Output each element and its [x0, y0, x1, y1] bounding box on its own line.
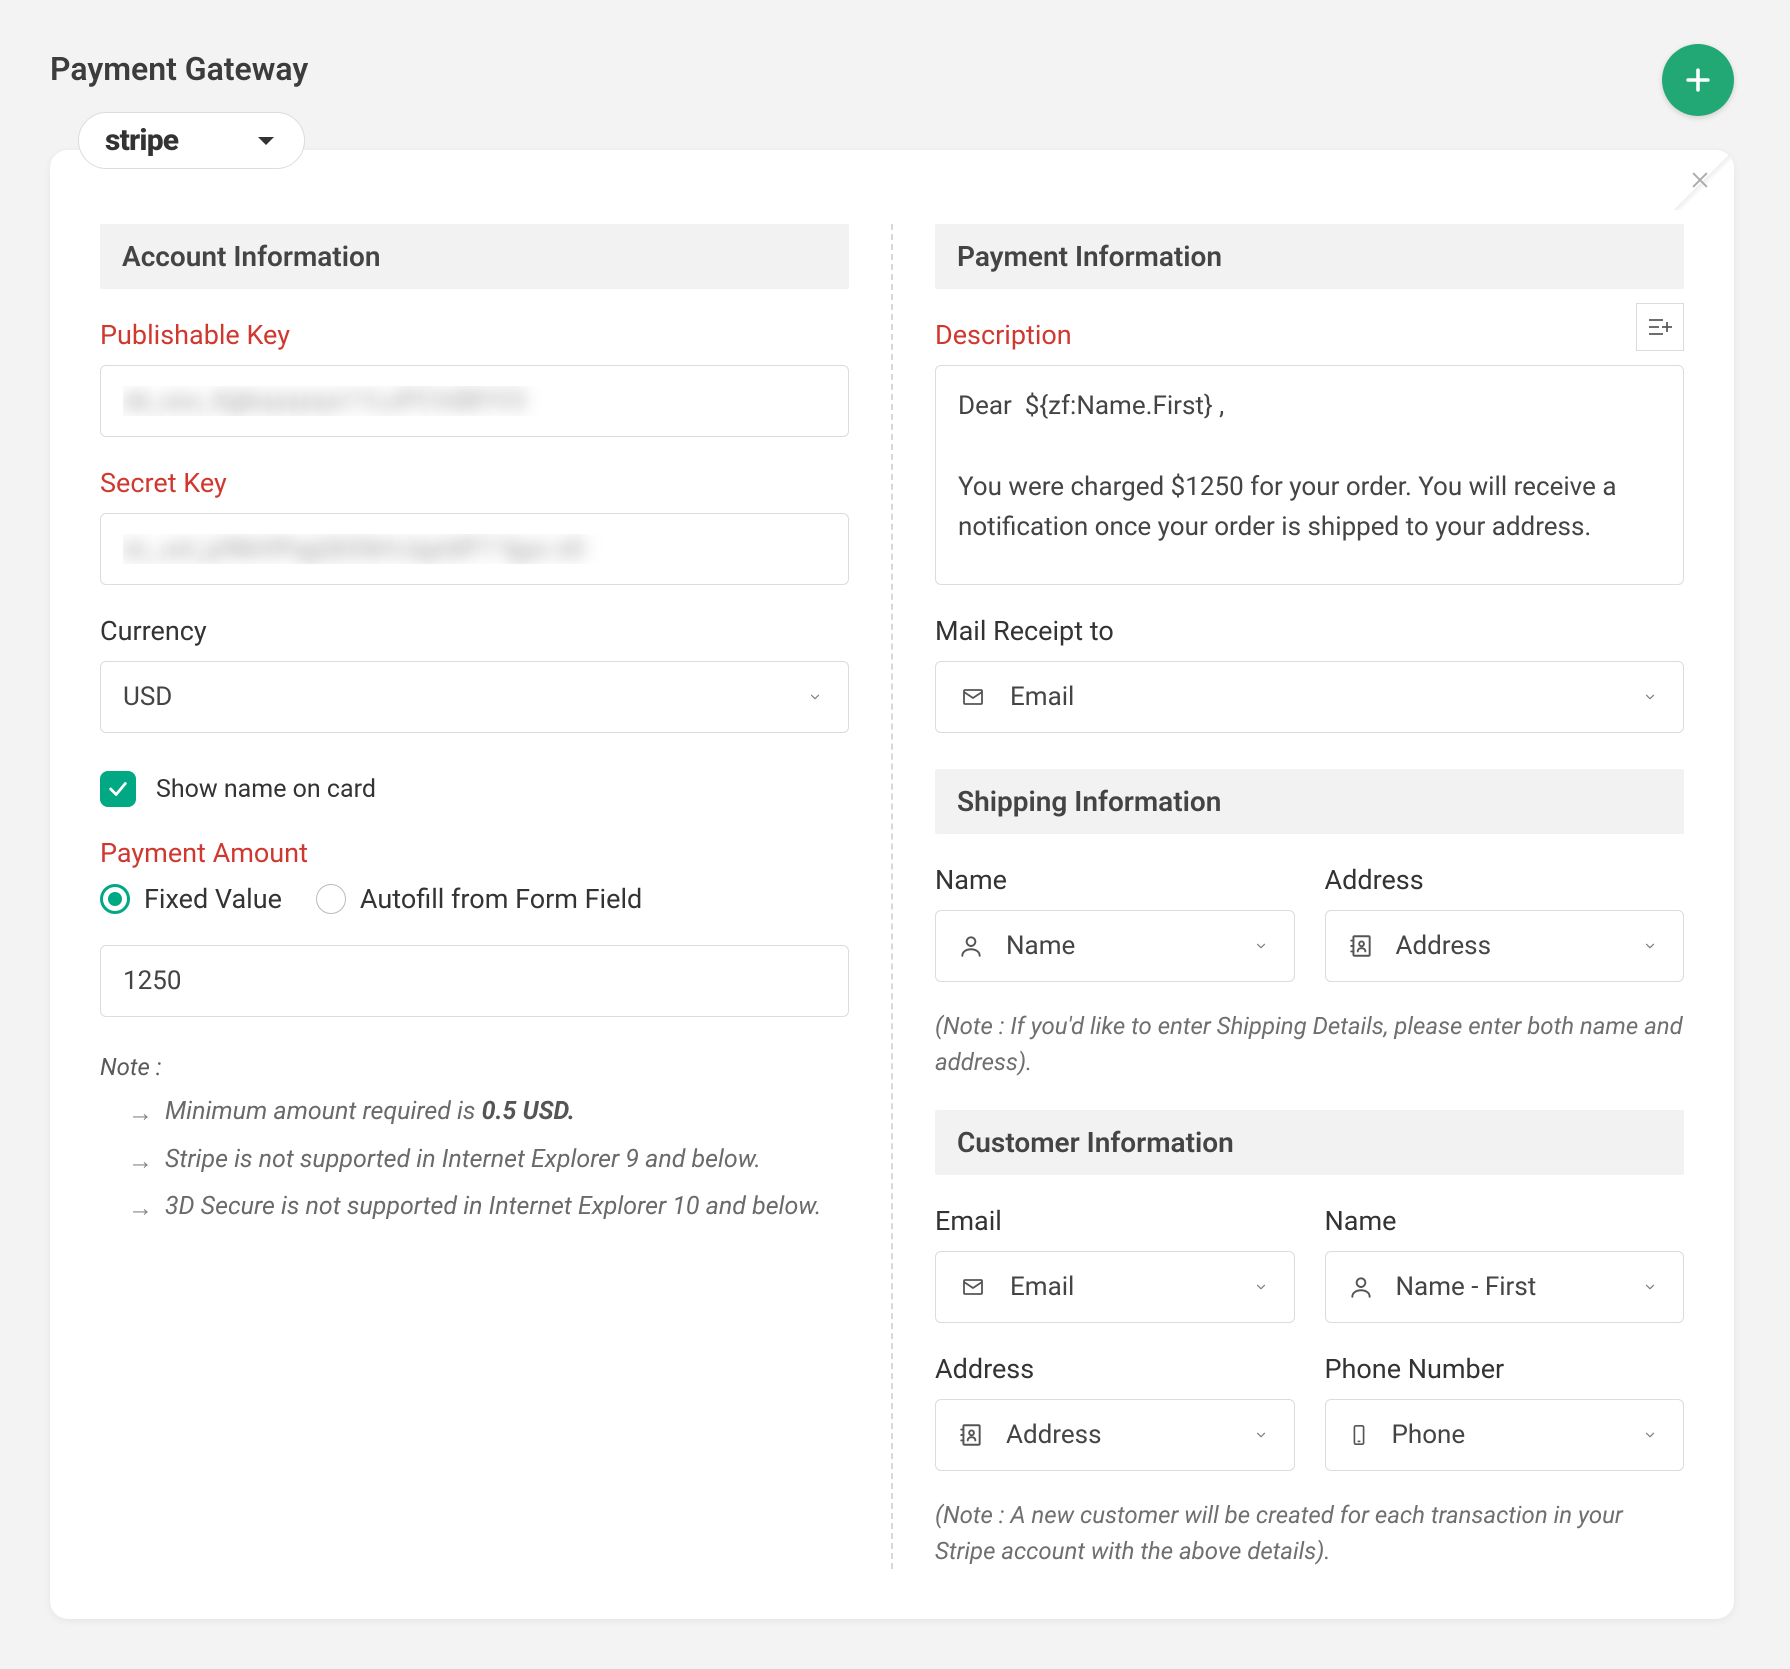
person-icon — [1348, 1274, 1374, 1300]
shipping-name-value: Name — [1006, 931, 1075, 961]
customer-address-label: Address — [935, 1353, 1295, 1385]
checkbox-checked-icon — [100, 771, 136, 807]
payment-amount-input[interactable] — [100, 945, 849, 1017]
close-card-button[interactable] — [1676, 156, 1724, 204]
customer-phone-label: Phone Number — [1325, 1353, 1685, 1385]
shipping-address-value: Address — [1396, 931, 1491, 961]
chevron-down-icon — [1250, 939, 1272, 953]
chevron-down-icon — [1639, 690, 1661, 704]
mail-receipt-value: Email — [1010, 682, 1074, 712]
currency-value: USD — [123, 682, 172, 712]
address-book-icon — [1348, 932, 1374, 960]
show-name-on-card-label: Show name on card — [156, 775, 376, 804]
description-textarea[interactable]: Dear ${zf:Name.First} , You were charged… — [935, 365, 1684, 585]
currency-label: Currency — [100, 615, 849, 647]
show-name-on-card-checkbox[interactable]: Show name on card — [100, 771, 849, 807]
customer-name-select[interactable]: Name - First — [1325, 1251, 1685, 1323]
arrow-right-icon: → — [128, 1093, 153, 1133]
add-gateway-button[interactable] — [1662, 44, 1734, 116]
account-section-header: Account Information — [100, 224, 849, 289]
customer-phone-value: Phone — [1392, 1420, 1466, 1450]
mail-receipt-select[interactable]: Email — [935, 661, 1684, 733]
customer-email-select[interactable]: Email — [935, 1251, 1295, 1323]
secret-key-label: Secret Key — [100, 467, 849, 499]
insert-field-button[interactable] — [1636, 303, 1684, 351]
payment-section-header: Payment Information — [935, 224, 1684, 289]
phone-icon — [1348, 1420, 1370, 1450]
note-item: → Minimum amount required is 0.5 USD. — [128, 1093, 849, 1133]
shipping-note: (Note : If you'd like to enter Shipping … — [935, 1008, 1684, 1080]
chevron-down-icon — [1250, 1280, 1272, 1294]
gateway-card: stripe Account Information Publishable K… — [50, 150, 1734, 1619]
address-book-icon — [958, 1421, 984, 1449]
payment-amount-label: Payment Amount — [100, 837, 849, 869]
mail-icon — [958, 685, 988, 709]
person-icon — [958, 933, 984, 959]
currency-select[interactable]: USD — [100, 661, 849, 733]
mail-icon — [958, 1275, 988, 1299]
shipping-name-select[interactable]: Name — [935, 910, 1295, 982]
chevron-down-icon — [1639, 939, 1661, 953]
close-icon — [1689, 169, 1711, 191]
radio-unchecked-icon — [316, 884, 346, 914]
radio-checked-icon — [100, 884, 130, 914]
shipping-address-label: Address — [1325, 864, 1685, 896]
gateway-selector[interactable]: stripe — [78, 112, 305, 169]
note-item: → Stripe is not supported in Internet Ex… — [128, 1141, 849, 1181]
chevron-down-icon — [1639, 1280, 1661, 1294]
customer-phone-select[interactable]: Phone — [1325, 1399, 1685, 1471]
arrow-right-icon: → — [128, 1141, 153, 1181]
publishable-key-input[interactable] — [100, 365, 849, 437]
customer-address-value: Address — [1006, 1420, 1101, 1450]
chevron-down-icon — [804, 690, 826, 704]
customer-note: (Note : A new customer will be created f… — [935, 1497, 1684, 1569]
mail-receipt-label: Mail Receipt to — [935, 615, 1684, 647]
arrow-right-icon: → — [128, 1188, 153, 1228]
shipping-address-select[interactable]: Address — [1325, 910, 1685, 982]
shipping-section-header: Shipping Information — [935, 769, 1684, 834]
note-title: Note : — [100, 1053, 849, 1081]
note-item: → 3D Secure is not supported in Internet… — [128, 1188, 849, 1228]
caret-down-icon — [256, 135, 276, 147]
description-label: Description — [935, 319, 1684, 351]
radio-fixed-value[interactable]: Fixed Value — [100, 883, 282, 915]
radio-autofill[interactable]: Autofill from Form Field — [316, 883, 642, 915]
plus-icon — [1681, 63, 1715, 97]
radio-autofill-label: Autofill from Form Field — [360, 883, 642, 915]
chevron-down-icon — [1639, 1428, 1661, 1442]
customer-email-value: Email — [1010, 1272, 1074, 1302]
customer-name-value: Name - First — [1396, 1272, 1537, 1302]
page-title: Payment Gateway — [50, 50, 1734, 88]
customer-address-select[interactable]: Address — [935, 1399, 1295, 1471]
radio-fixed-label: Fixed Value — [144, 883, 282, 915]
chevron-down-icon — [1250, 1428, 1272, 1442]
customer-email-label: Email — [935, 1205, 1295, 1237]
shipping-name-label: Name — [935, 864, 1295, 896]
customer-name-label: Name — [1325, 1205, 1685, 1237]
insert-field-icon — [1647, 316, 1673, 338]
stripe-logo: stripe — [105, 123, 178, 158]
secret-key-input[interactable] — [100, 513, 849, 585]
publishable-key-label: Publishable Key — [100, 319, 849, 351]
customer-section-header: Customer Information — [935, 1110, 1684, 1175]
